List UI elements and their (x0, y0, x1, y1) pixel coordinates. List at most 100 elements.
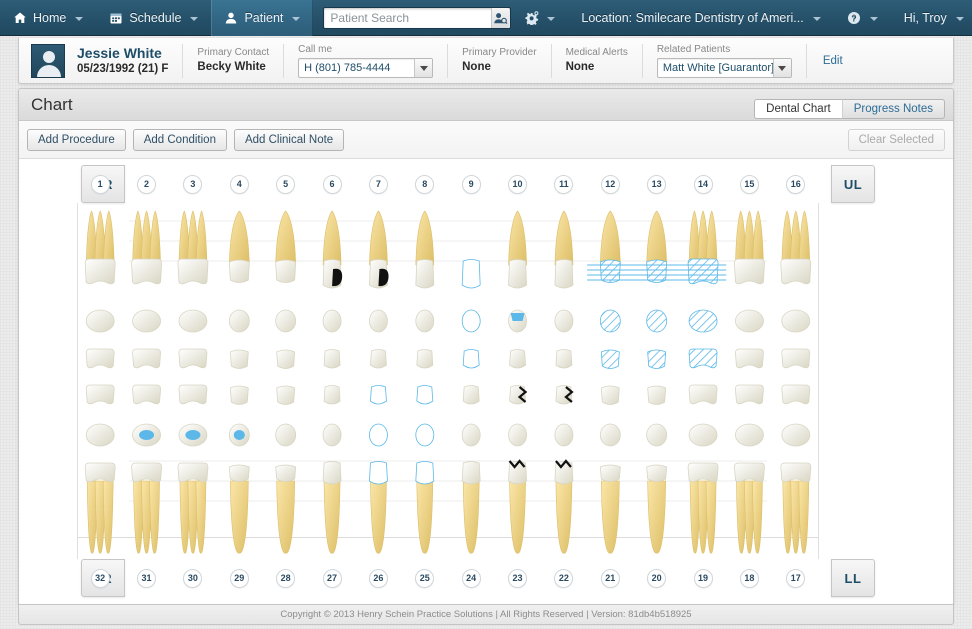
tooth-number-25[interactable]: 25 (402, 559, 448, 597)
tooth-number-19[interactable]: 19 (680, 559, 726, 597)
tooth-10[interactable] (508, 210, 527, 369)
tooth-30[interactable] (177, 384, 209, 554)
tooth-31[interactable] (131, 384, 162, 554)
tooth-number-32[interactable]: 32 (77, 559, 123, 597)
tooth-5[interactable] (275, 210, 297, 369)
tooth-number-8[interactable]: 8 (402, 165, 448, 203)
tooth-29[interactable] (228, 385, 250, 554)
chevron-down-icon (75, 17, 84, 21)
tooth-14[interactable] (679, 210, 727, 369)
primary-provider-label: Primary Provider (462, 47, 537, 58)
chevron-down-icon (869, 17, 878, 21)
avatar[interactable] (31, 43, 65, 78)
tooth-16[interactable] (780, 210, 812, 369)
tooth-25[interactable] (415, 385, 435, 554)
clear-selected-button[interactable]: Clear Selected (847, 128, 945, 151)
add-condition-button[interactable]: Add Condition (132, 128, 227, 151)
tooth-number-22[interactable]: 22 (541, 559, 587, 597)
nav-item-home[interactable]: Home (0, 0, 96, 36)
tooth-number-29[interactable]: 29 (216, 559, 262, 597)
edit-link[interactable]: Edit (805, 43, 843, 78)
tooth-20[interactable] (646, 385, 668, 554)
chevron-down-icon[interactable] (772, 59, 791, 77)
tooth-number-12[interactable]: 12 (587, 165, 633, 203)
tooth-number-1[interactable]: 1 (77, 165, 123, 203)
tooth-number-18[interactable]: 18 (726, 559, 772, 597)
search-input[interactable] (324, 8, 492, 28)
tooth-1[interactable] (84, 210, 116, 369)
tooth-number-3[interactable]: 3 (170, 165, 216, 203)
tooth-9[interactable] (461, 259, 481, 369)
tooth-number-label: 30 (183, 568, 203, 588)
tooth-number-17[interactable]: 17 (773, 559, 819, 597)
tooth-32[interactable] (84, 384, 116, 554)
teeth-svg[interactable] (77, 203, 819, 559)
tooth-7[interactable] (369, 210, 389, 369)
tooth-28[interactable] (275, 385, 297, 554)
nav-item-schedule[interactable]: Schedule (96, 0, 211, 36)
tooth-number-24[interactable]: 24 (448, 559, 494, 597)
tooth-number-23[interactable]: 23 (494, 559, 540, 597)
patient-name[interactable]: Jessie White (77, 45, 168, 62)
tooth-4[interactable] (228, 210, 250, 369)
tooth-22[interactable] (554, 385, 574, 554)
chevron-down-icon[interactable] (414, 59, 433, 77)
tooth-number-7[interactable]: 7 (355, 165, 401, 203)
tooth-number-16[interactable]: 16 (773, 165, 819, 203)
tooth-17[interactable] (780, 384, 812, 554)
calendar-icon (109, 11, 123, 25)
tooth-24[interactable] (461, 385, 481, 554)
tooth-number-20[interactable]: 20 (634, 559, 680, 597)
tooth-11[interactable] (554, 210, 574, 369)
odontogram[interactable]: UR UL LR LL 12345678910111213141516 3231… (19, 159, 953, 603)
tab-dental-chart[interactable]: Dental Chart (754, 98, 843, 119)
tooth-21[interactable] (599, 385, 621, 554)
tab-progress-notes[interactable]: Progress Notes (842, 98, 945, 119)
tooth-number-28[interactable]: 28 (263, 559, 309, 597)
tooth-19[interactable] (687, 384, 719, 554)
tooth-number-27[interactable]: 27 (309, 559, 355, 597)
add-clinical-note-button[interactable]: Add Clinical Note (233, 128, 345, 151)
quadrant-label-upper-left[interactable]: UL (831, 165, 875, 203)
tooth-12[interactable] (587, 210, 634, 369)
tooth-number-31[interactable]: 31 (123, 559, 169, 597)
tooth-6[interactable] (322, 210, 343, 369)
tooth-number-10[interactable]: 10 (494, 165, 540, 203)
tooth-number-4[interactable]: 4 (216, 165, 262, 203)
related-patients-select[interactable]: Matt White [Guarantor] (656, 58, 792, 78)
tooth-number-label: 7 (368, 174, 388, 194)
nav-item-location[interactable]: Location: Smilecare Dentistry of Ameri..… (568, 0, 833, 36)
tooth-number-30[interactable]: 30 (170, 559, 216, 597)
tooth-number-21[interactable]: 21 (587, 559, 633, 597)
tooth-number-2[interactable]: 2 (123, 165, 169, 203)
tooth-15[interactable] (734, 210, 765, 369)
call-me-select[interactable]: H (801) 785-4444 (298, 58, 434, 78)
tooth-2[interactable] (131, 210, 162, 369)
tooth-number-15[interactable]: 15 (726, 165, 772, 203)
nav-item-patient[interactable]: Patient (211, 0, 314, 36)
tooth-23[interactable] (508, 385, 528, 554)
chevron-down-icon (955, 17, 964, 21)
tooth-number-label: 28 (276, 568, 296, 588)
tooth-number-11[interactable]: 11 (541, 165, 587, 203)
tooth-18[interactable] (734, 384, 765, 554)
tooth-number-5[interactable]: 5 (263, 165, 309, 203)
tooth-27[interactable] (322, 385, 342, 554)
patient-search-box[interactable] (323, 7, 512, 29)
tooth-number-9[interactable]: 9 (448, 165, 494, 203)
nav-right-group: Location: Smilecare Dentistry of Ameri..… (511, 0, 972, 36)
tooth-8[interactable] (415, 210, 435, 369)
tooth-number-13[interactable]: 13 (634, 165, 680, 203)
nav-item-settings[interactable] (511, 0, 568, 36)
tooth-26[interactable] (369, 385, 388, 554)
quadrant-label-lower-left[interactable]: LL (831, 559, 875, 597)
tooth-13[interactable] (633, 210, 680, 369)
patient-search-icon[interactable] (491, 8, 510, 28)
tooth-number-14[interactable]: 14 (680, 165, 726, 203)
nav-item-user[interactable]: Hi, Troy (891, 0, 972, 36)
tooth-number-26[interactable]: 26 (355, 559, 401, 597)
nav-item-help[interactable]: ? (834, 0, 891, 36)
tooth-3[interactable] (177, 210, 209, 369)
tooth-number-6[interactable]: 6 (309, 165, 355, 203)
add-procedure-button[interactable]: Add Procedure (27, 128, 126, 151)
